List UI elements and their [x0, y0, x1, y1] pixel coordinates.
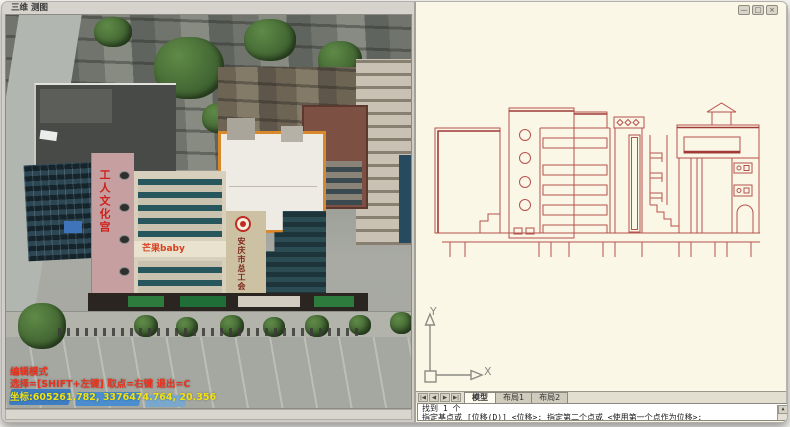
layout-tabs-bar: |◀ ◀ ▶ ▶| 模型 布局1 布局2 [416, 391, 786, 403]
photo-pane-statusbar [5, 409, 412, 420]
tree [244, 19, 296, 61]
minimize-icon[interactable]: — [738, 5, 750, 15]
desktop-background: 三维 测图 [0, 0, 790, 427]
restore-icon[interactable]: □ [752, 5, 764, 15]
tab-nav-prev-icon[interactable]: ◀ [429, 393, 439, 402]
command-line[interactable]: 找到 1 个 指定基点或 [位移(D)] <位移>: 指定第二个点或 <使用第一… [417, 403, 788, 421]
roof-seam [229, 186, 317, 187]
street-tree [390, 312, 412, 334]
union-sign: 安庆市总工会 [236, 237, 247, 291]
x-axis-label: X [484, 365, 492, 378]
tab-model[interactable]: 模型 [464, 392, 496, 403]
porthole-window [119, 171, 130, 180]
tab-nav-next-icon[interactable]: ▶ [440, 393, 450, 402]
blue-tarp [64, 221, 82, 233]
porthole-window [119, 203, 130, 212]
union-emblem-icon [235, 216, 251, 232]
storefront-band [88, 293, 368, 311]
tower-sign: 工人文化宫 [96, 169, 112, 234]
photo-pane: 三维 测图 [3, 2, 414, 422]
store-sign: 芒果baby [134, 241, 226, 257]
document-window-controls: — □ × [738, 5, 778, 15]
shop-sign [180, 296, 226, 307]
tab-layout2[interactable]: 布局2 [531, 392, 568, 403]
close-icon[interactable]: × [766, 5, 778, 15]
shop-sign [128, 296, 164, 307]
rooftop-shed [227, 118, 255, 140]
pink-tower: 工人文化宫 [91, 153, 134, 299]
tab-nav-first-icon[interactable]: |◀ [418, 393, 428, 402]
coordinate-readout: 坐标:605261.782, 3376474.764, 20.356 [10, 389, 216, 403]
command-scrollbar[interactable]: ▲ [777, 405, 787, 421]
cad-pane: — □ × [414, 2, 788, 422]
rooftop-shed [281, 126, 303, 142]
window-grid [138, 179, 222, 237]
photo-pane-title: 三维 测图 [3, 2, 414, 14]
shop-sign [238, 296, 300, 307]
cream-building: 芒果baby [134, 171, 226, 303]
aerial-photo-viewport[interactable]: 安庆市总工会 工人文化宫 芒果baby [5, 14, 412, 409]
street-tree [18, 303, 66, 349]
scroll-up-icon[interactable]: ▲ [778, 405, 788, 414]
cad-elevation-drawing[interactable] [430, 100, 772, 266]
parked-scooters [58, 328, 364, 336]
tree [94, 17, 132, 47]
tab-nav-buttons: |◀ ◀ ▶ ▶| [416, 392, 464, 403]
porthole-window [119, 235, 130, 244]
tab-layout1[interactable]: 布局1 [495, 392, 532, 403]
mouse-hint-label: 选择=[SHIFT+左键] 取点=右键 退出=C [10, 376, 190, 390]
porthole-window [119, 267, 130, 276]
tab-nav-last-icon[interactable]: ▶| [451, 393, 461, 402]
y-axis-label: Y [430, 305, 437, 318]
app-window: 三维 测图 [1, 1, 788, 423]
command-prompt-line: 指定基点或 [位移(D)] <位移>: 指定第二个点或 <使用第一个点作为位移>… [422, 414, 774, 422]
shop-sign [314, 296, 354, 307]
